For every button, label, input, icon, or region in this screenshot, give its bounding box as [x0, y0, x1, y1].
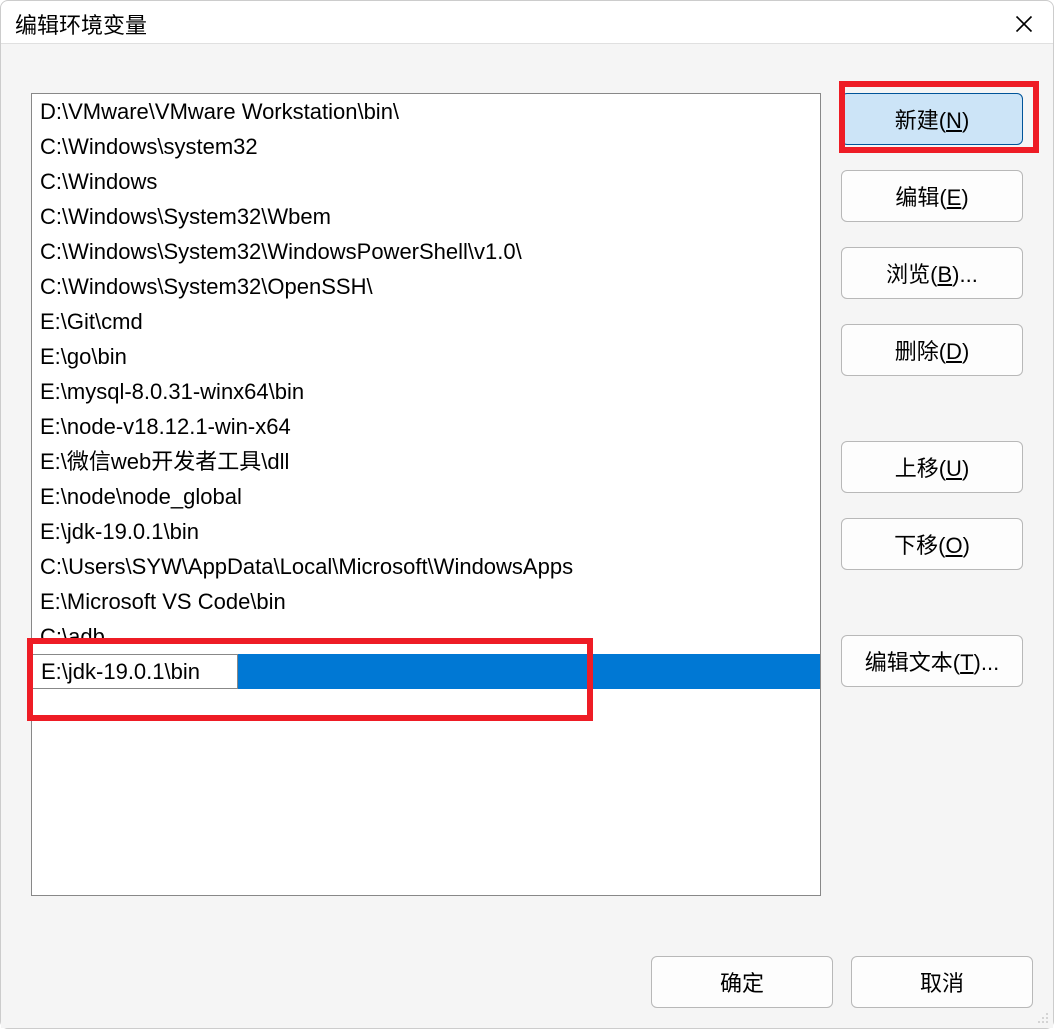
list-item[interactable]: C:\Windows\System32\Wbem: [32, 199, 820, 234]
list-item[interactable]: E:\go\bin: [32, 339, 820, 374]
close-icon: [1014, 14, 1034, 34]
list-item[interactable]: C:\adb: [32, 619, 820, 654]
list-item-editing[interactable]: [32, 654, 820, 689]
footer-buttons: 确定 取消: [651, 956, 1033, 1008]
cancel-button[interactable]: 取消: [851, 956, 1033, 1008]
window-title: 编辑环境变量: [15, 8, 147, 40]
list-item[interactable]: E:\mysql-8.0.31-winx64\bin: [32, 374, 820, 409]
edit-button[interactable]: 编辑(E): [841, 170, 1023, 222]
list-item[interactable]: C:\Users\SYW\AppData\Local\Microsoft\Win…: [32, 549, 820, 584]
close-button[interactable]: [1009, 9, 1039, 39]
new-button[interactable]: 新建(N): [841, 93, 1023, 145]
list-item[interactable]: E:\Git\cmd: [32, 304, 820, 339]
move-up-button[interactable]: 上移(U): [841, 441, 1023, 493]
path-edit-input[interactable]: [32, 654, 238, 689]
list-item[interactable]: E:\node-v18.12.1-win-x64: [32, 409, 820, 444]
browse-button[interactable]: 浏览(B)...: [841, 247, 1023, 299]
delete-button[interactable]: 删除(D): [841, 324, 1023, 376]
edit-text-button[interactable]: 编辑文本(T)...: [841, 635, 1023, 687]
resize-grip-icon[interactable]: [1033, 1008, 1049, 1024]
content-area: D:\VMware\VMware Workstation\bin\ C:\Win…: [1, 43, 1053, 1028]
dialog-window: 编辑环境变量 D:\VMware\VMware Workstation\bin\…: [0, 0, 1054, 1029]
button-sidebar: 新建(N) 编辑(E) 浏览(B)... 删除(D) 上移(U) 下移(O) 编…: [841, 93, 1031, 1008]
list-item[interactable]: C:\Windows\System32\WindowsPowerShell\v1…: [32, 234, 820, 269]
move-down-button[interactable]: 下移(O): [841, 518, 1023, 570]
list-item[interactable]: C:\Windows\system32: [32, 129, 820, 164]
list-item[interactable]: D:\VMware\VMware Workstation\bin\: [32, 94, 820, 129]
ok-button[interactable]: 确定: [651, 956, 833, 1008]
list-item[interactable]: E:\jdk-19.0.1\bin: [32, 514, 820, 549]
list-item[interactable]: C:\Windows: [32, 164, 820, 199]
path-listbox[interactable]: D:\VMware\VMware Workstation\bin\ C:\Win…: [31, 93, 821, 896]
list-item[interactable]: E:\微信web开发者工具\dll: [32, 444, 820, 479]
titlebar: 编辑环境变量: [1, 1, 1053, 43]
list-item[interactable]: E:\node\node_global: [32, 479, 820, 514]
list-item[interactable]: E:\Microsoft VS Code\bin: [32, 584, 820, 619]
list-item[interactable]: C:\Windows\System32\OpenSSH\: [32, 269, 820, 304]
